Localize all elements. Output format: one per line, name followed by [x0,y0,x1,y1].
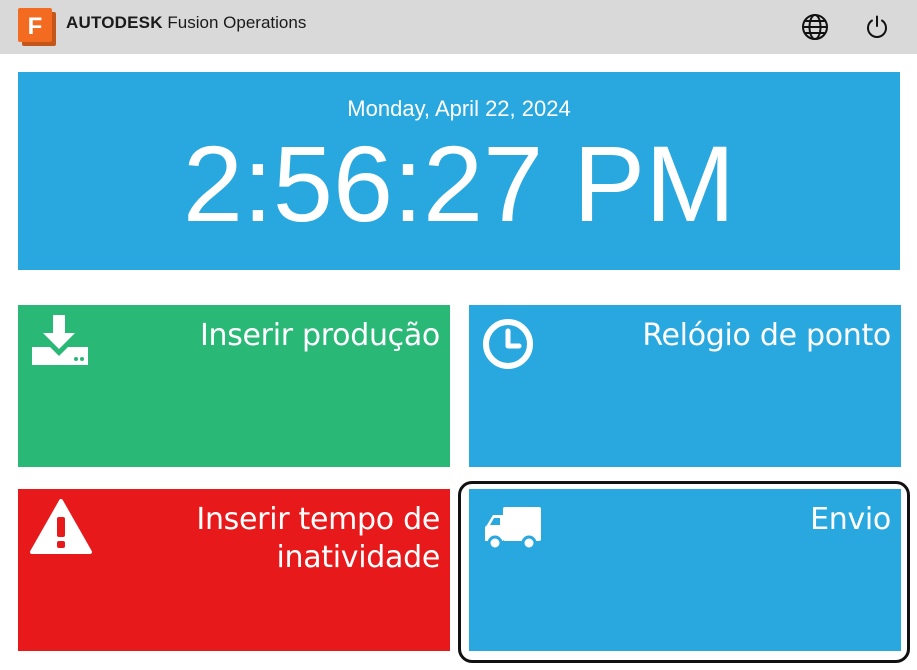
tile-label-line-2: inatividade [276,540,440,575]
tile-insert-downtime[interactable]: Inserir tempo de inatividade [18,489,450,651]
app-brand: AUTODESK Fusion Operations [66,13,306,33]
tile-insert-production[interactable]: Inserir produção [18,305,450,467]
power-icon [867,15,887,38]
globe-icon [802,14,828,40]
language-button[interactable] [800,12,830,42]
clock-panel: Monday, April 22, 2024 2:56:27 PM [18,72,900,270]
download-tray-icon [30,313,90,374]
tile-focus-ring [458,481,910,663]
tile-label-line-1: Inserir tempo de [196,502,440,537]
current-time: 2:56:27 PM [182,123,736,244]
svg-text:F: F [28,13,43,40]
logout-button[interactable] [862,12,892,42]
fusion-logo: F [18,8,56,46]
tile-label: Relógio de ponto [642,318,891,353]
tile-time-clock[interactable]: Relógio de ponto [469,305,901,467]
warning-icon [30,497,92,560]
clock-icon [481,317,535,376]
tile-label: Inserir tempo de inatividade [196,501,440,577]
top-bar: F AUTODESK Fusion Operations [0,0,917,54]
brand-company: AUTODESK [66,13,163,32]
brand-product: Fusion Operations [167,13,307,32]
current-date: Monday, April 22, 2024 [347,96,571,121]
tile-label: Inserir produção [199,318,440,353]
